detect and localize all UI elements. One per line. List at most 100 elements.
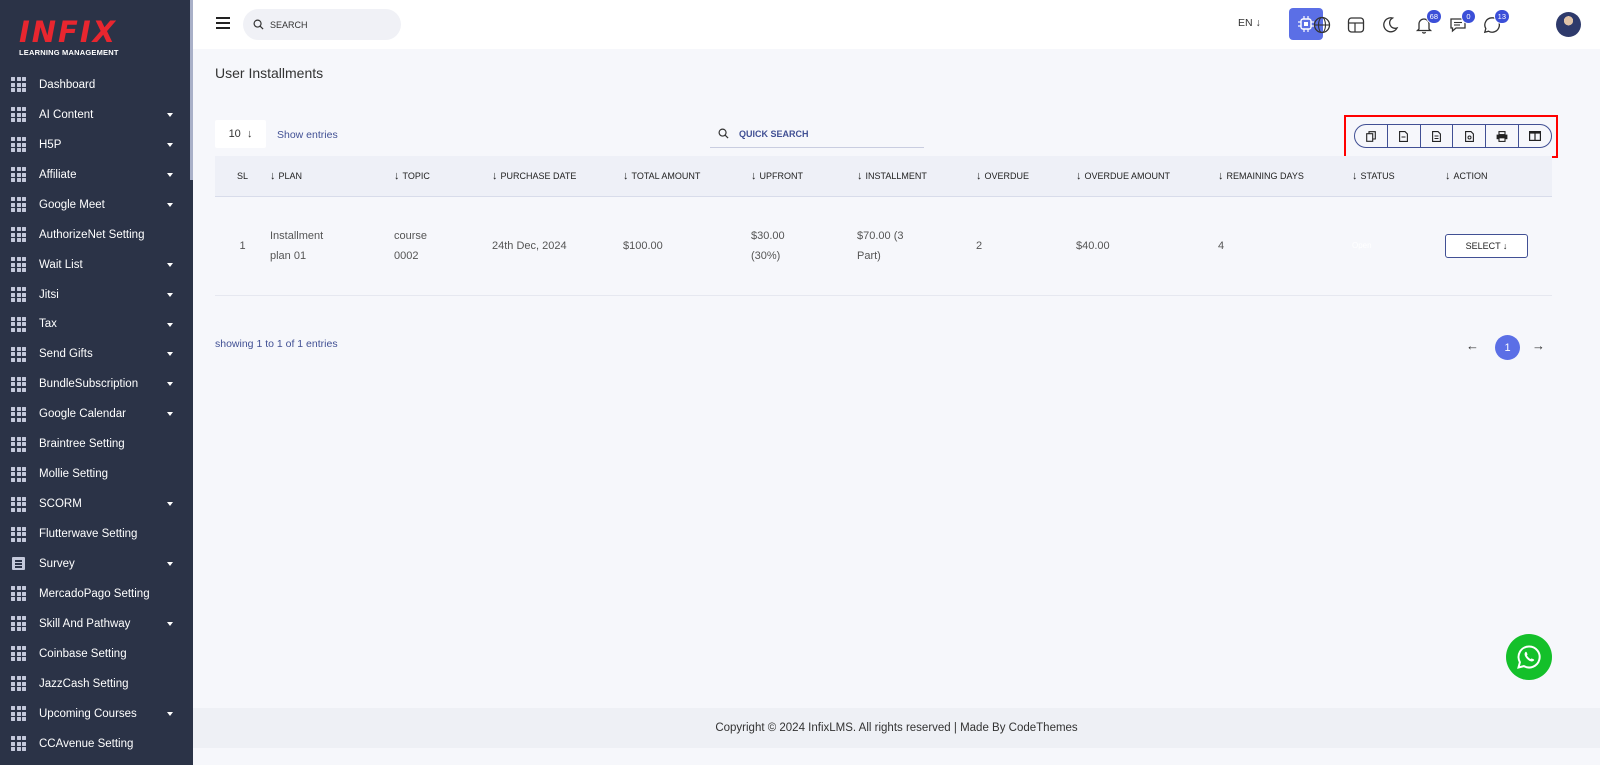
column-header-installment[interactable]: ↓ INSTALLMENT — [857, 156, 976, 197]
sidebar-item-authorizenet-setting[interactable]: AuthorizeNet Setting — [0, 220, 193, 250]
global-search-input[interactable] — [270, 19, 390, 30]
entries-info: showing 1 to 1 of 1 entries — [215, 338, 338, 350]
table-row: 1 Installment plan 01 course 0002 24th Dec,… — [215, 196, 1552, 296]
sidebar-item-send-gifts[interactable]: Send Gifts — [0, 339, 193, 369]
menu-toggle-icon[interactable] — [216, 17, 230, 29]
layout-icon — [1347, 17, 1365, 33]
entries-arrow: ↓ — [246, 128, 253, 140]
messages-button[interactable]: 0 — [1448, 9, 1476, 35]
grid-icon — [11, 346, 26, 362]
pagination-next[interactable]: → — [1532, 338, 1545, 353]
sidebar-item-dashboard[interactable]: Dashboard — [0, 70, 193, 100]
caret-down-icon — [167, 621, 173, 626]
column-header-status[interactable]: ↓ STATUS — [1352, 156, 1445, 197]
grid-icon — [11, 526, 26, 542]
messages-badge: 0 — [1461, 9, 1476, 24]
column-header-purchase-date[interactable]: ↓ PURCHASE DATE — [492, 156, 623, 197]
sidebar-item-label: JazzCash Setting — [39, 677, 129, 690]
sidebar-item-label: Affiliate — [39, 168, 77, 181]
grid-icon — [11, 316, 26, 332]
sort-arrow-icon: ↓ — [394, 169, 400, 182]
sidebar-item-scorm[interactable]: SCORM — [0, 489, 193, 519]
user-avatar[interactable] — [1556, 12, 1581, 37]
column-header-topic[interactable]: ↓ TOPIC — [394, 156, 492, 197]
document-icon — [12, 557, 25, 571]
column-header-remaining-days[interactable]: ↓ REMAINING DAYS — [1218, 156, 1352, 197]
sidebar-item-mercadopago-setting[interactable]: MercadoPago Setting — [0, 579, 193, 609]
copy-button[interactable] — [1355, 125, 1388, 147]
sidebar-item-skill-and-pathway[interactable]: Skill And Pathway — [0, 609, 193, 639]
sidebar-item-google-meet[interactable]: Google Meet — [0, 190, 193, 220]
sidebar-item-affiliate[interactable]: Affiliate — [0, 160, 193, 190]
sidebar-item-survey[interactable]: Survey — [0, 549, 193, 579]
chat-button[interactable]: 13 — [1482, 9, 1510, 35]
entries-value: 10 — [228, 128, 241, 140]
column-header-label: TOTAL AMOUNT — [631, 170, 701, 181]
pagination-prev[interactable]: ← — [1466, 338, 1479, 353]
column-header-total-amount[interactable]: ↓ TOTAL AMOUNT — [623, 156, 751, 197]
column-header-sl[interactable]: SL — [215, 156, 270, 197]
sidebar-item-upcoming-courses[interactable]: Upcoming Courses — [0, 699, 193, 729]
print-button[interactable] — [1486, 125, 1520, 147]
grid-icon — [11, 77, 26, 93]
cell-value: 1 — [239, 239, 246, 252]
sidebar-item-braintree-setting[interactable]: Braintree Setting — [0, 429, 193, 459]
brand-logo[interactable]: INFIX LEARNING MANAGEMENT — [0, 0, 193, 70]
whatsapp-chat-button[interactable] — [1506, 634, 1552, 680]
sidebar-item-jazzcash-setting[interactable]: JazzCash Setting — [0, 669, 193, 699]
sidebar-item-mollie-setting[interactable]: Mollie Setting — [0, 459, 193, 489]
pagination-page-current[interactable]: 1 — [1495, 335, 1520, 360]
sidebar-item-bundlesubscription[interactable]: BundleSubscription — [0, 369, 193, 399]
grid-icon — [11, 706, 26, 722]
sidebar-item-ccavenue-setting[interactable]: CCAvenue Setting — [0, 729, 193, 759]
website-globe-button[interactable] — [1312, 15, 1332, 35]
language-arrow: ↓ — [1255, 17, 1261, 29]
column-header-action[interactable]: ↓ ACTION — [1445, 156, 1552, 197]
column-header-label: REMAINING DAYS — [1226, 170, 1304, 181]
cell-value: 24th Dec, 2024 — [492, 239, 567, 252]
column-header-upfront[interactable]: ↓ UPFRONT — [751, 156, 857, 197]
export-button-group — [1354, 124, 1552, 148]
sort-arrow-icon: ↓ — [492, 169, 498, 182]
column-header-label: PURCHASE DATE — [500, 170, 577, 181]
sidebar-item-label: H5P — [39, 138, 62, 151]
column-header-plan[interactable]: ↓ PLAN — [270, 156, 394, 197]
sidebar-item-h5p[interactable]: H5P — [0, 130, 193, 160]
global-search[interactable] — [243, 9, 401, 40]
sidebar-item-tax[interactable]: Tax — [0, 310, 193, 340]
sidebar-item-jitsi[interactable]: Jitsi — [0, 280, 193, 310]
select-action-button[interactable]: SELECT ↓ — [1445, 233, 1528, 258]
dark-mode-toggle[interactable] — [1380, 15, 1400, 35]
sidebar-item-label: Mollie Setting — [39, 468, 109, 481]
sidebar-item-label: Tax — [39, 318, 57, 331]
entries-select[interactable]: 10 ↓ — [215, 120, 266, 148]
sidebar-item-google-calendar[interactable]: Google Calendar — [0, 399, 193, 429]
column-header-overdue[interactable]: ↓ OVERDUE — [976, 156, 1076, 197]
column-visibility-button[interactable] — [1519, 125, 1551, 147]
notifications-button[interactable]: 68 — [1414, 9, 1442, 35]
pdf-export-button[interactable] — [1453, 125, 1487, 147]
topbar: EN ↓ 68 0 13 — [193, 0, 1600, 49]
moon-icon — [1383, 17, 1399, 33]
sort-arrow-icon: ↓ — [1218, 169, 1224, 182]
sidebar-item-flutterwave-setting[interactable]: Flutterwave Setting — [0, 519, 193, 549]
column-header-label: STATUS — [1360, 170, 1395, 181]
caret-down-icon — [167, 412, 173, 417]
quick-search-input[interactable] — [739, 128, 909, 139]
csv-export-button[interactable] — [1388, 125, 1421, 147]
search-icon — [253, 19, 264, 30]
cell-installment: $70.00 (3 Part) — [857, 196, 976, 296]
language-selector[interactable]: EN ↓ — [1238, 17, 1261, 29]
layout-button[interactable] — [1346, 15, 1366, 35]
excel-export-button[interactable] — [1421, 125, 1454, 147]
grid-icon — [11, 436, 26, 452]
column-header-label: PLAN — [278, 170, 303, 181]
quick-search[interactable] — [710, 120, 924, 148]
column-header-overdue-amount[interactable]: ↓ OVERDUE AMOUNT — [1076, 156, 1218, 197]
grid-icon — [11, 227, 26, 243]
sidebar-item-ai-content[interactable]: AI Content — [0, 100, 193, 130]
sidebar-item-wait-list[interactable]: Wait List — [0, 250, 193, 280]
search-icon — [718, 128, 729, 139]
cell-overdue: 2 — [976, 196, 1076, 296]
sidebar-item-coinbase-setting[interactable]: Coinbase Setting — [0, 639, 193, 669]
